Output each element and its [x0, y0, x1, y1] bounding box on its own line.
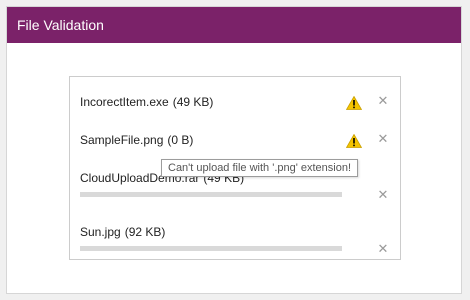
file-size: (92 KB)	[124, 225, 166, 239]
file-name: IncorectItem.exe	[80, 95, 169, 109]
remove-file-icon[interactable]: ✕	[376, 94, 390, 108]
panel-header: File Validation	[7, 7, 461, 43]
warning-icon	[346, 134, 362, 148]
file-label: SampleFile.png (0 B)	[80, 133, 193, 147]
file-name: Sun.jpg	[80, 225, 121, 239]
upload-progress-fill	[80, 192, 342, 197]
file-label: Sun.jpg (92 KB)	[80, 225, 165, 239]
upload-progress-bar	[80, 192, 342, 197]
warning-icon	[346, 96, 362, 110]
remove-file-icon[interactable]: ✕	[376, 132, 390, 146]
file-name: SampleFile.png	[80, 133, 164, 147]
file-item: Sun.jpg (92 KB) ✕	[80, 225, 390, 265]
remove-file-icon[interactable]: ✕	[376, 242, 390, 256]
validation-tooltip: Can't upload file with '.png' extension!	[161, 159, 359, 177]
upload-progress-fill	[80, 246, 342, 251]
remove-file-icon[interactable]: ✕	[376, 188, 390, 202]
file-item: CloudUploadDemo.rar (49 KB) ✕	[80, 171, 390, 211]
file-label: IncorectItem.exe (49 KB)	[80, 95, 213, 109]
upload-progress-bar	[80, 246, 342, 251]
file-validation-panel: File Validation IncorectItem.exe (49 KB) …	[6, 6, 462, 294]
file-size: (49 KB)	[172, 95, 214, 109]
file-item: IncorectItem.exe (49 KB) ✕	[80, 94, 390, 135]
file-size: (0 B)	[167, 133, 194, 147]
